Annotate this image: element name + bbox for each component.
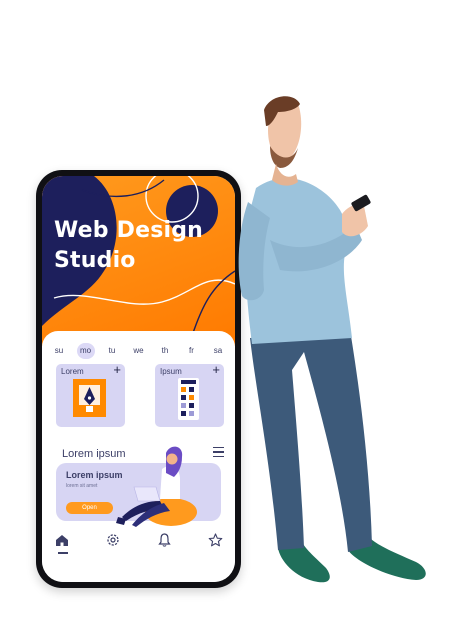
card-lorem[interactable]: Lorem + — [56, 363, 125, 427]
phone-screen: Web Design Studio su mo tu we th fr sa L… — [42, 176, 235, 582]
menu-icon[interactable] — [213, 447, 224, 457]
day-tu[interactable]: tu — [103, 343, 121, 359]
day-we[interactable]: we — [130, 343, 148, 359]
plus-icon[interactable]: + — [212, 363, 220, 377]
plus-icon[interactable]: + — [113, 363, 121, 377]
day-mo[interactable]: mo — [76, 343, 95, 359]
pen-tool-icon — [73, 379, 106, 417]
hero-title-line-2: Studio — [54, 248, 136, 273]
woman-with-laptop-illustration — [116, 446, 197, 527]
card-ipsum[interactable]: Ipsum + — [155, 363, 224, 427]
hero-title-line-1: Web Design — [54, 218, 204, 243]
man-holding-phone — [238, 96, 426, 583]
day-th[interactable]: th — [156, 343, 174, 359]
bell-icon[interactable] — [154, 529, 174, 551]
content-panel: su mo tu we th fr sa Lorem + Ipsum + Lor… — [42, 331, 235, 582]
open-button[interactable]: Open — [66, 502, 113, 514]
hero-banner: Web Design Studio — [42, 176, 235, 346]
card-label: Lorem — [61, 367, 84, 376]
day-sa[interactable]: sa — [209, 343, 227, 359]
promo-subtitle: lorem sit amet — [66, 483, 98, 489]
bottom-tab-bar — [52, 529, 225, 551]
color-palette-icon — [178, 378, 199, 420]
card-label: Ipsum — [160, 367, 182, 376]
star-icon[interactable] — [205, 529, 225, 551]
day-su[interactable]: su — [50, 343, 68, 359]
home-icon[interactable] — [52, 529, 72, 551]
active-tab-indicator — [58, 552, 68, 554]
weekday-selector: su mo tu we th fr sa — [50, 343, 227, 359]
settings-icon[interactable] — [103, 529, 123, 551]
day-fr[interactable]: fr — [183, 343, 201, 359]
hero-title: Web Design Studio — [54, 216, 234, 276]
phone-mockup: Web Design Studio su mo tu we th fr sa L… — [36, 170, 241, 588]
